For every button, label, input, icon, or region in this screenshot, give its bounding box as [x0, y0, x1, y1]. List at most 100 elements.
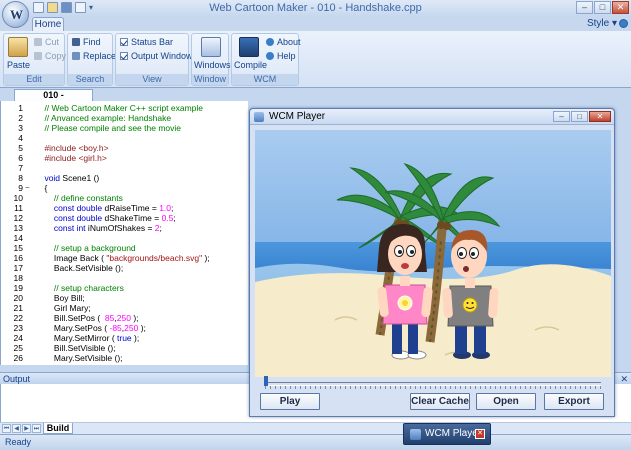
code-token: // setup a background [35, 243, 136, 253]
taskbar-wcm-player[interactable]: WCM Player ✕ [403, 423, 491, 445]
code-token: dShakeTime = [102, 213, 162, 223]
group-wcm: Compile About Help WCM [231, 33, 301, 86]
last-tab-icon[interactable]: ⏭ [32, 424, 41, 433]
code-line[interactable]: // define constants [35, 193, 123, 203]
code-line[interactable]: Image Back ( "backgrounds/beach.svg" ); [35, 253, 210, 263]
code-token: 250 [124, 323, 139, 333]
help-button[interactable]: Help [266, 51, 296, 62]
slider-knob[interactable] [264, 376, 268, 386]
application-menu-button[interactable]: W [2, 1, 29, 28]
help-icon[interactable] [619, 19, 628, 28]
line-number: 26 [13, 353, 23, 363]
copy-icon [34, 52, 42, 60]
beach-scene [255, 130, 611, 377]
tab-handshake-cpp[interactable]: 010 - Handshake.cpp [14, 89, 93, 111]
minimize-button[interactable]: – [576, 1, 593, 14]
next-tab-icon[interactable]: ▶ [22, 424, 31, 433]
code-line[interactable]: { [35, 183, 47, 193]
code-line[interactable]: Girl Mary; [35, 303, 91, 313]
compile-label: Compile [234, 60, 268, 70]
status-bar-checkbox[interactable]: Status Bar [120, 37, 173, 48]
style-menu[interactable]: Style ▾ [587, 18, 617, 29]
player-minimize-button[interactable]: – [553, 111, 570, 122]
document-tab-strip: 010 - Handshake.cpp [0, 88, 631, 111]
group-window-label: Window [192, 74, 228, 85]
code-token: 85 [104, 313, 115, 323]
player-close-button[interactable]: ✕ [589, 111, 611, 122]
code-token: ; [171, 203, 174, 213]
paste-button[interactable]: Paste [7, 37, 30, 70]
code-token: Mary.SetVisible (); [35, 353, 123, 363]
code-line[interactable]: Mary.SetPos ( -85,250 ); [35, 323, 146, 333]
tab-home[interactable]: Home [32, 17, 64, 31]
code-token: Mary.SetPos ( [35, 323, 110, 333]
copy-button[interactable]: Copy [34, 51, 66, 62]
taskbar-label: WCM Player [425, 428, 482, 439]
close-button[interactable]: ✕ [612, 1, 629, 14]
status-text: Ready [5, 437, 32, 447]
replace-icon [72, 52, 80, 60]
compile-button[interactable]: Compile [234, 37, 268, 70]
find-button[interactable]: Find [72, 37, 101, 48]
scissors-icon [34, 38, 42, 46]
group-window: Windows Window [191, 33, 231, 86]
code-line[interactable]: const int iNumOfShakes = 2; [35, 223, 162, 233]
output-window-checkbox[interactable]: Output Window [120, 51, 193, 62]
code-token: 250 [116, 313, 131, 323]
code-line[interactable]: Boy Bill; [35, 293, 85, 303]
code-line[interactable]: Bill.SetVisible (); [35, 343, 116, 353]
cut-button[interactable]: Cut [34, 37, 59, 48]
code-line[interactable]: Mary.SetVisible (); [35, 353, 123, 363]
fold-toggle-icon[interactable]: − [25, 183, 33, 193]
player-maximize-button[interactable]: □ [571, 111, 588, 122]
code-line[interactable]: // setup characters [35, 283, 124, 293]
code-line[interactable]: #include <boy.h> [35, 143, 108, 153]
player-window-controls: – □ ✕ [553, 111, 611, 122]
code-line[interactable]: const double dShakeTime = 0.5; [35, 213, 176, 223]
code-editor[interactable]: 1 // Web Cartoon Maker C++ script exampl… [0, 101, 248, 365]
code-line[interactable]: Mary.SetMirror ( true ); [35, 333, 139, 343]
code-line[interactable]: void Scene1 () [35, 173, 99, 183]
taskbar-close-icon[interactable]: ✕ [475, 429, 485, 439]
export-button[interactable]: Export [544, 393, 604, 410]
code-token: // define constants [35, 193, 123, 203]
code-line[interactable]: // Please compile and see the movie [35, 123, 181, 133]
player-title: WCM Player [269, 111, 326, 122]
play-button[interactable]: Play [260, 393, 320, 410]
code-line[interactable]: // setup a background [35, 243, 136, 253]
first-tab-icon[interactable]: ⏮ [2, 424, 11, 433]
code-line[interactable]: const double dRaiseTime = 1.0; [35, 203, 174, 213]
clear-cache-button[interactable]: Clear Cache [410, 393, 470, 410]
group-edit: Paste Cut Copy Edit [3, 33, 66, 86]
group-wcm-label: WCM [232, 74, 298, 85]
code-line[interactable]: Back.SetVisible (); [35, 263, 123, 273]
line-number: 16 [13, 253, 23, 263]
code-line[interactable]: // Anvanced example: Handshake [35, 113, 171, 123]
code-token: Back.SetVisible (); [35, 263, 124, 273]
line-number: 7 [18, 163, 23, 173]
code-token: Bill.SetVisible (); [35, 343, 116, 353]
tab-build[interactable]: Build [43, 423, 73, 434]
question-icon [266, 52, 274, 60]
maximize-button[interactable]: □ [594, 1, 611, 14]
windows-button[interactable]: Windows [194, 37, 231, 70]
prev-tab-icon[interactable]: ◀ [12, 424, 21, 433]
replace-button[interactable]: Replace [72, 51, 116, 62]
code-token: 1.0 [159, 203, 172, 213]
about-button[interactable]: About [266, 37, 301, 48]
code-token: { [35, 183, 48, 193]
line-number: 22 [13, 313, 23, 323]
code-line[interactable]: Bill.SetPos ( 85,250 ); [35, 313, 139, 323]
playback-slider[interactable] [264, 376, 601, 389]
code-token: const int [35, 223, 86, 233]
output-tab-strip: ⏮ ◀ ▶ ⏭ Build [0, 422, 631, 434]
player-title-bar[interactable]: WCM Player – □ ✕ [250, 109, 614, 125]
line-number: 20 [13, 293, 23, 303]
code-line[interactable]: // Web Cartoon Maker C++ script example [35, 103, 203, 113]
window-controls: – □ ✕ [576, 1, 629, 14]
line-number: 17 [13, 263, 23, 273]
line-number: 18 [13, 273, 23, 283]
open-button[interactable]: Open [476, 393, 536, 410]
code-line[interactable]: #include <girl.h> [35, 153, 106, 163]
code-token: const double [35, 213, 103, 223]
